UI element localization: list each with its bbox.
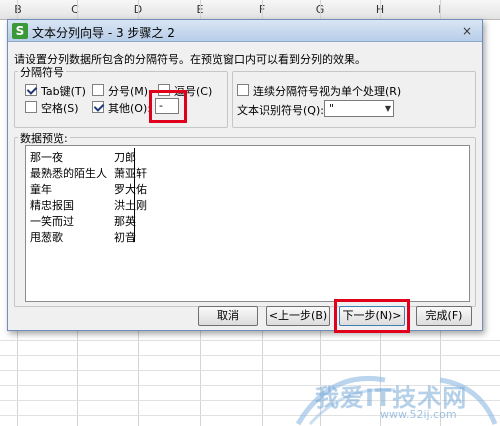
delimiters-group-label: 分隔符号 (18, 64, 66, 80)
other-checkbox[interactable] (92, 101, 104, 113)
preview-cell: 一笑而过 (30, 215, 74, 228)
grid-line (0, 340, 500, 341)
dialog-title: 文本分列向导 - 3 步骤之 2 (32, 26, 175, 40)
space-checkbox-label[interactable]: 空格(S) (41, 100, 79, 116)
preview-group-label: 数据预览: (18, 130, 70, 146)
space-checkbox[interactable] (25, 101, 37, 113)
cancel-button[interactable]: 取消 (198, 306, 258, 326)
preview-cell: 萧亚轩 (114, 167, 147, 180)
preview-cell: 那一夜 (30, 151, 63, 164)
preview-cell: 最熟悉的陌生人 (30, 167, 107, 180)
preview-cell: 洪土刚 (114, 199, 147, 212)
next-button[interactable]: 下一步(N)> (339, 306, 405, 326)
text-qualifier-select[interactable]: " ▼ (324, 100, 394, 117)
preview-cell: 精忠报国 (30, 199, 74, 212)
consecutive-delimiter-checkbox[interactable] (237, 84, 249, 96)
column-header-b[interactable]: B (0, 3, 48, 16)
chevron-down-icon: ▼ (384, 104, 391, 113)
watermark-url: www.52ij.com (380, 408, 457, 421)
preview-cell: 刀郎 (114, 151, 136, 164)
preview-cell: 初音 (114, 231, 136, 244)
finish-button[interactable]: 完成(F) (416, 306, 472, 326)
tab-checkbox[interactable] (25, 84, 37, 96)
instruction-text: 请设置分列数据所包含的分隔符号。在预览窗口内可以看到分列的效果。 (14, 53, 366, 66)
semicolon-checkbox-label[interactable]: 分号(M) (108, 83, 148, 99)
dialog-titlebar[interactable]: S 文本分列向导 - 3 步骤之 2 × (8, 20, 482, 42)
text-qualifier-value: " (329, 102, 335, 115)
other-delimiter-input[interactable]: - (155, 98, 179, 114)
column-header-row: B C D E F G H I (0, 0, 500, 20)
other-checkbox-label[interactable]: 其他(O): (108, 100, 151, 116)
preview-cell: 童年 (30, 183, 52, 196)
text-split-wizard-dialog: S 文本分列向导 - 3 步骤之 2 × 请设置分列数据所包含的分隔符号。在预览… (7, 19, 483, 333)
close-icon[interactable]: × (458, 23, 476, 39)
semicolon-checkbox[interactable] (92, 84, 104, 96)
wps-spreadsheet-icon: S (12, 23, 28, 39)
preview-cell: 甩葱歌 (30, 231, 63, 244)
text-qualifier-label: 文本识别符号(Q): (237, 104, 324, 117)
preview-cell: 那英 (114, 215, 136, 228)
column-header-c[interactable]: C (45, 3, 105, 16)
back-button[interactable]: <上一步(B) (266, 306, 330, 326)
data-preview-pane[interactable]: 那一夜 刀郎 最熟悉的陌生人 萧亚轩 童年 罗大佑 精忠报国 洪土刚 一笑而过 … (25, 145, 470, 302)
tab-checkbox-label[interactable]: Tab键(T) (41, 83, 86, 99)
consecutive-delimiter-label[interactable]: 连续分隔符号视为单个处理(R) (253, 83, 401, 99)
preview-cell: 罗大佑 (114, 183, 147, 196)
